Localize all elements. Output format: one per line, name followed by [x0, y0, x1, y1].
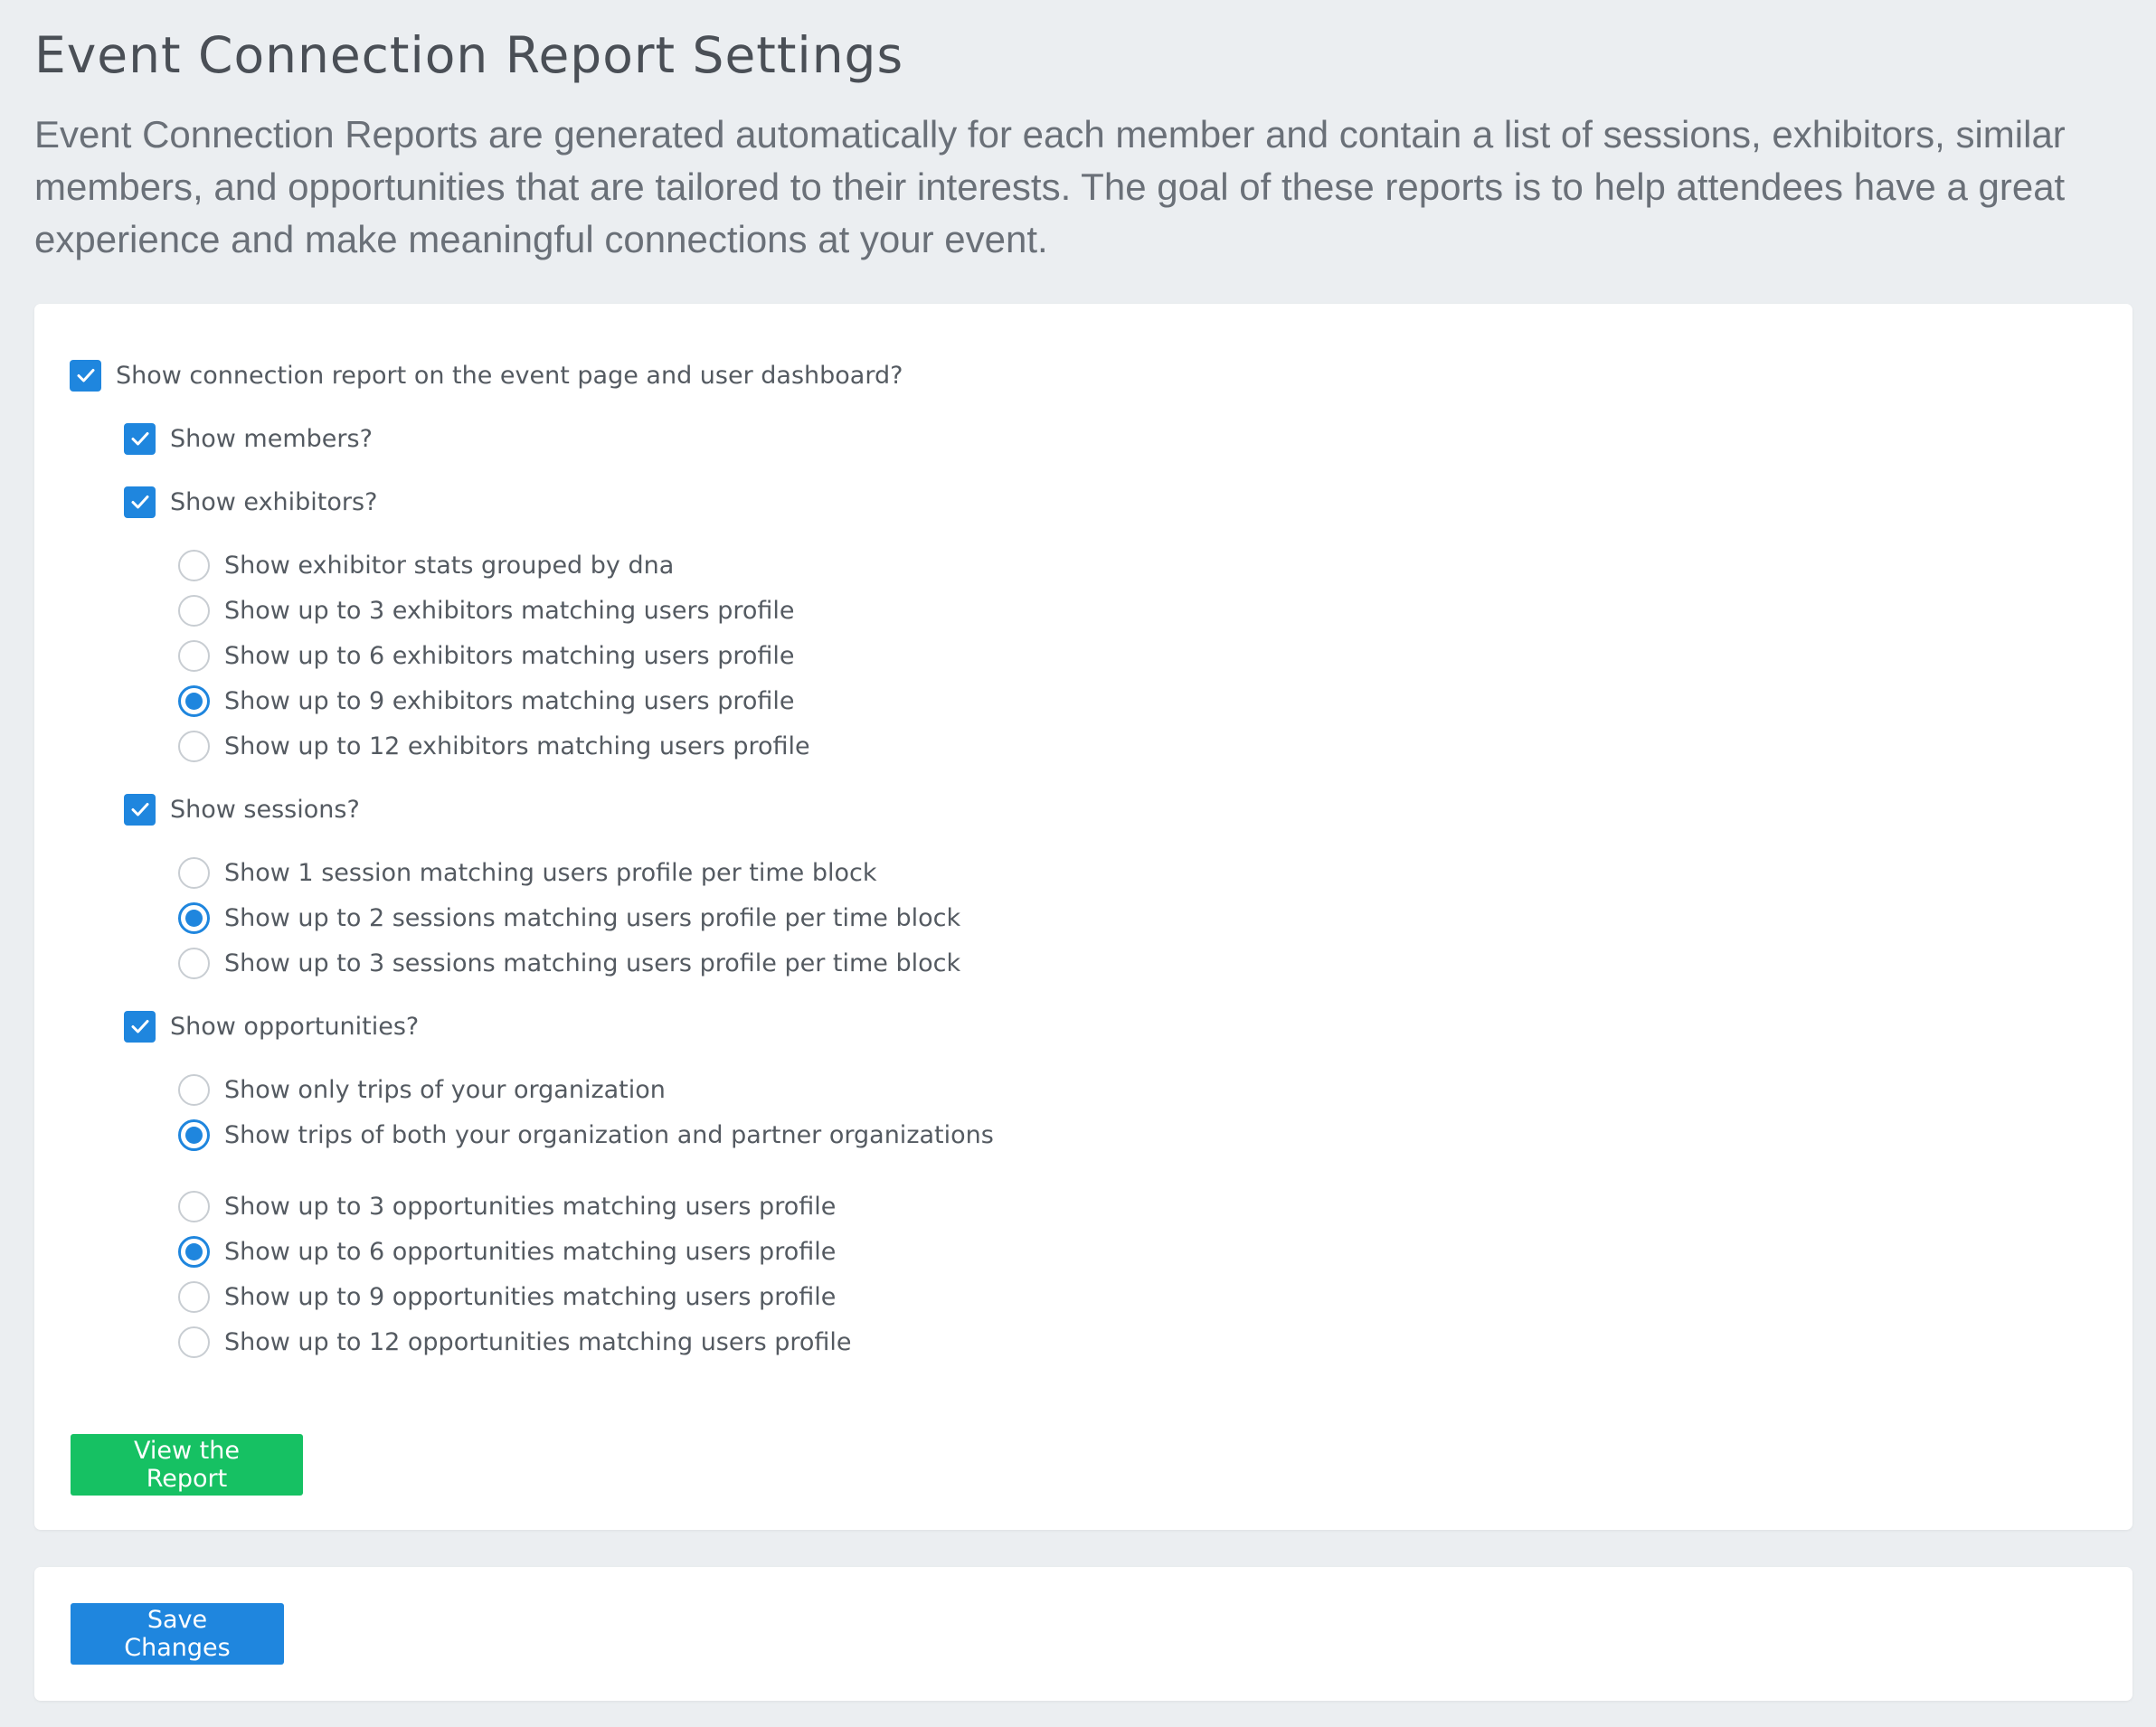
radio-icon[interactable] [178, 1190, 210, 1222]
show-members-label: Show members? [170, 424, 373, 453]
trip-option-partner[interactable]: Show trips of both your organization and… [178, 1115, 994, 1155]
page-title: Event Connection Report Settings [34, 26, 904, 84]
checkbox-checked-icon[interactable] [124, 486, 156, 518]
radio-icon[interactable] [178, 1118, 210, 1151]
exhibitor-option-label: Show exhibitor stats grouped by dna [224, 551, 675, 580]
opportunity-option-label: Show up to 12 opportunities matching use… [224, 1327, 852, 1356]
show-sessions-label: Show sessions? [170, 795, 360, 824]
checkbox-checked-icon[interactable] [124, 793, 156, 826]
checkbox-checked-icon[interactable] [70, 359, 101, 392]
exhibitor-option-3[interactable]: Show up to 3 exhibitors matching users p… [178, 590, 795, 630]
show-opportunities-label: Show opportunities? [170, 1012, 420, 1041]
session-option-label: Show 1 session matching users profile pe… [224, 858, 877, 887]
radio-icon[interactable] [178, 1073, 210, 1106]
opportunity-option-6[interactable]: Show up to 6 opportunities matching user… [178, 1232, 836, 1271]
radio-icon[interactable] [178, 1326, 210, 1358]
opportunity-option-12[interactable]: Show up to 12 opportunities matching use… [178, 1322, 852, 1362]
radio-icon[interactable] [178, 856, 210, 889]
exhibitor-option-label: Show up to 12 exhibitors matching users … [224, 731, 810, 760]
show-report-checkbox[interactable]: Show connection report on the event page… [70, 355, 903, 395]
radio-icon[interactable] [178, 947, 210, 979]
exhibitor-option-6[interactable]: Show up to 6 exhibitors matching users p… [178, 636, 795, 675]
radio-icon[interactable] [178, 594, 210, 627]
session-option-2[interactable]: Show up to 2 sessions matching users pro… [178, 898, 960, 938]
show-report-label: Show connection report on the event page… [116, 361, 903, 390]
trip-option-own[interactable]: Show only trips of your organization [178, 1070, 666, 1109]
settings-card: Show connection report on the event page… [34, 304, 2132, 1530]
radio-icon[interactable] [178, 1235, 210, 1268]
session-option-3[interactable]: Show up to 3 sessions matching users pro… [178, 943, 960, 983]
exhibitor-option-label: Show up to 3 exhibitors matching users p… [224, 596, 795, 625]
exhibitor-option-9[interactable]: Show up to 9 exhibitors matching users p… [178, 681, 795, 721]
save-changes-button[interactable]: Save Changes [71, 1603, 284, 1665]
exhibitor-option-label: Show up to 9 exhibitors matching users p… [224, 686, 795, 715]
checkbox-checked-icon[interactable] [124, 1010, 156, 1043]
page-description: Event Connection Reports are generated a… [34, 113, 2066, 260]
show-members-checkbox[interactable]: Show members? [124, 419, 373, 458]
session-option-label: Show up to 3 sessions matching users pro… [224, 948, 961, 977]
exhibitor-option-label: Show up to 6 exhibitors matching users p… [224, 641, 795, 670]
opportunity-option-9[interactable]: Show up to 9 opportunities matching user… [178, 1277, 836, 1316]
show-exhibitors-label: Show exhibitors? [170, 487, 378, 516]
radio-icon[interactable] [178, 549, 210, 581]
exhibitor-option-12[interactable]: Show up to 12 exhibitors matching users … [178, 726, 810, 766]
view-report-button[interactable]: View the Report [71, 1434, 303, 1496]
radio-icon[interactable] [178, 639, 210, 672]
footer-card: Save Changes [34, 1567, 2132, 1701]
checkbox-checked-icon[interactable] [124, 422, 156, 455]
show-exhibitors-checkbox[interactable]: Show exhibitors? [124, 482, 377, 522]
radio-icon[interactable] [178, 730, 210, 762]
opportunity-option-label: Show up to 9 opportunities matching user… [224, 1282, 837, 1311]
radio-icon[interactable] [178, 684, 210, 717]
exhibitor-option-dna[interactable]: Show exhibitor stats grouped by dna [178, 545, 674, 585]
radio-icon[interactable] [178, 901, 210, 934]
show-opportunities-checkbox[interactable]: Show opportunities? [124, 1006, 419, 1046]
show-sessions-checkbox[interactable]: Show sessions? [124, 789, 360, 829]
trip-option-label: Show only trips of your organization [224, 1075, 666, 1104]
opportunity-option-label: Show up to 6 opportunities matching user… [224, 1237, 837, 1266]
trip-option-label: Show trips of both your organization and… [224, 1120, 994, 1149]
radio-icon[interactable] [178, 1280, 210, 1313]
session-option-label: Show up to 2 sessions matching users pro… [224, 903, 961, 932]
opportunity-option-label: Show up to 3 opportunities matching user… [224, 1192, 837, 1221]
opportunity-option-3[interactable]: Show up to 3 opportunities matching user… [178, 1186, 836, 1226]
session-option-1[interactable]: Show 1 session matching users profile pe… [178, 853, 877, 892]
